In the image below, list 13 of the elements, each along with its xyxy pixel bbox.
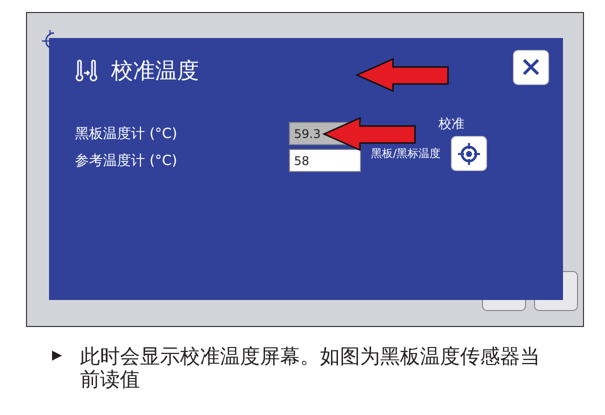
calibrate-heading: 校准 (438, 116, 465, 133)
bullet-marker: ▶ (52, 348, 62, 365)
caption-text: 此时会显示校准温度屏幕。如图为黑板温度传感器当前读值 (80, 345, 541, 391)
close-icon (521, 57, 541, 77)
target-icon (456, 142, 481, 166)
dialog-title: 校准温度 (111, 58, 199, 86)
field-label: 黑板温度计 (°C) (75, 124, 178, 142)
thermometers-icon (75, 59, 99, 83)
calibrate-button[interactable] (450, 136, 487, 172)
temperature-field[interactable]: 58 (289, 149, 361, 172)
calibrate-label: 黑板/黑标温度 (371, 146, 441, 162)
field-label: 参考温度计 (°C) (75, 152, 178, 170)
close-button[interactable] (513, 50, 549, 84)
